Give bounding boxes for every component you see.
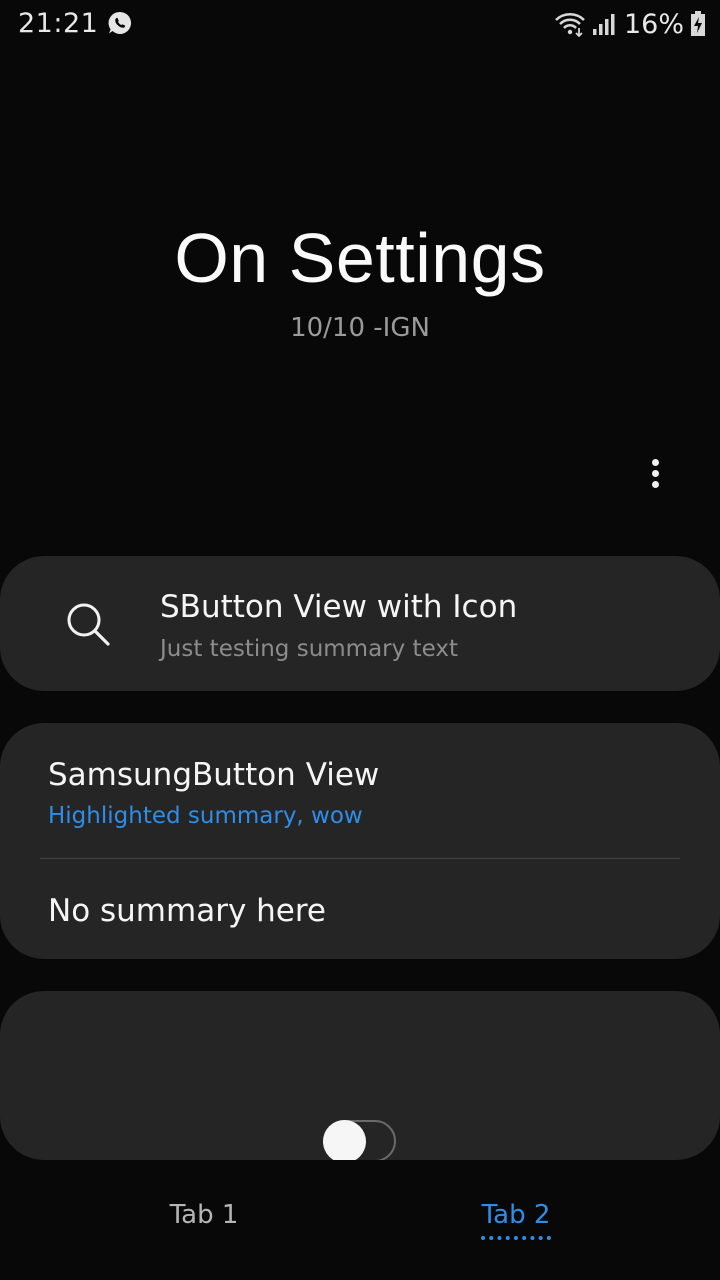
tab-2[interactable]: Tab 2 [416, 1200, 616, 1240]
battery-charging-icon [690, 11, 706, 37]
row-summary: Just testing summary text [160, 636, 458, 662]
switch-toggle[interactable] [323, 1120, 396, 1160]
tab-label: Tab 2 [481, 1200, 551, 1230]
row-title: SamsungButton View [48, 757, 380, 793]
menu-dot [651, 481, 659, 488]
switch-card [0, 991, 720, 1160]
row-title: SButton View with Icon [160, 589, 518, 625]
wifi-icon [554, 11, 586, 38]
tab-selected-indicator [481, 1236, 551, 1240]
row-title: No summary here [48, 893, 327, 929]
menu-dot [651, 470, 659, 477]
more-options-icon[interactable] [640, 455, 670, 497]
menu-dot [651, 459, 659, 466]
whatsapp-icon [107, 10, 133, 36]
sbutton-icon-card: SButton View with Icon Just testing summ… [0, 556, 720, 691]
page-subtitle: 10/10 -IGN [290, 313, 430, 343]
tab-label: Tab 1 [169, 1200, 239, 1230]
samsung-button-card: SamsungButton View Highlighted summary, … [0, 723, 720, 959]
status-time: 21:21 [18, 8, 99, 39]
status-icons: 16% [554, 8, 706, 40]
status-bar: 21:21 16% [0, 0, 720, 48]
app-screen: 21:21 16% On Settings 10/10 -IGN SButton… [0, 0, 720, 1280]
page-title: On Settings [174, 219, 546, 297]
cell-signal-icon [592, 12, 618, 36]
battery-percent: 16% [623, 8, 684, 40]
bottom-tab-bar: Tab 1 Tab 2 [0, 1180, 720, 1280]
search-icon [62, 600, 114, 652]
samsung-button-row[interactable]: SamsungButton View Highlighted summary, … [0, 723, 720, 858]
switch-thumb [323, 1120, 366, 1160]
tab-1[interactable]: Tab 1 [104, 1200, 304, 1230]
highlighted-summary: Highlighted summary, wow [48, 803, 363, 829]
sbutton-with-icon-row[interactable]: SButton View with Icon Just testing summ… [0, 556, 720, 691]
